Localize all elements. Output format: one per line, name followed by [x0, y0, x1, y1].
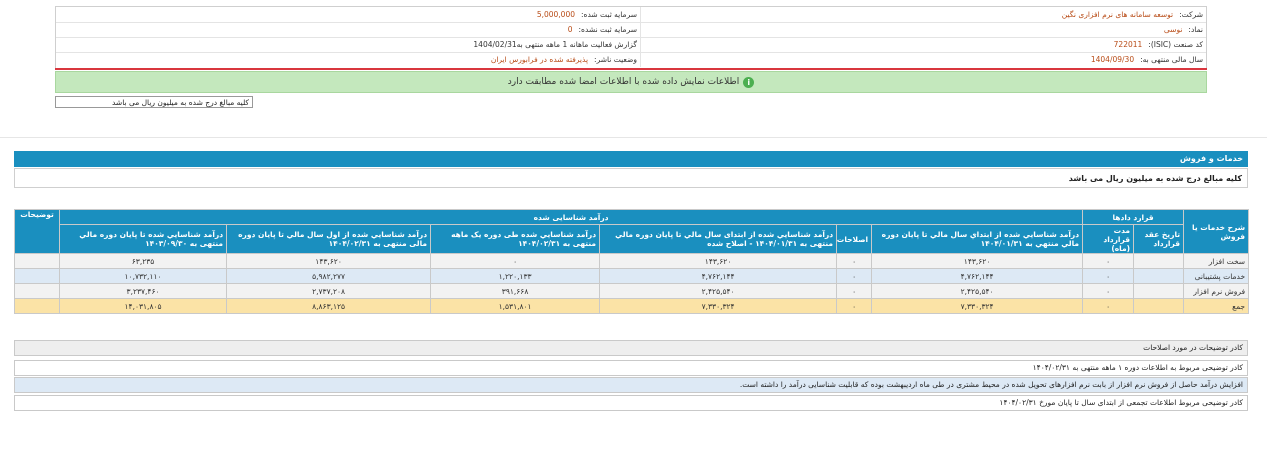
report-label: گزارش فعالیت ماهانه 1 ماهه منتهی به	[516, 40, 637, 49]
isic-field: کد صنعت (ISIC): 722011	[646, 37, 1206, 52]
note-cumulative: کادر توضیحی مربوط اطلاعات تجمعی از ابتدا…	[14, 395, 1248, 411]
cell-cum-prev-corrected: ۱۴۳,۶۲۰	[599, 253, 838, 269]
company-label: شرکت:	[1179, 10, 1203, 19]
isic-label: کد صنعت (ISIC):	[1148, 40, 1203, 49]
banner-text: اطلاعات نمایش داده شده با اطلاعات امضا ش…	[507, 77, 740, 87]
total-date	[1133, 298, 1185, 314]
info-row-1: شرکت: توسعه سامانه های نرم افزاری نگین سر…	[56, 7, 1206, 23]
symbol-label: نماد:	[1188, 25, 1203, 34]
total-corrections: ۰	[836, 298, 873, 314]
cell-date	[1133, 283, 1185, 299]
cell-corrections: ۰	[836, 253, 873, 269]
header-cum-prev-corrected: درآمد شناسايي شده از ابتدای سال مالي تا …	[599, 224, 838, 254]
isic-value: 722011	[1113, 40, 1143, 49]
unregistered-capital-label: سرمایه ثبت نشده:	[578, 25, 638, 34]
cell-cum-prev: ۱۴۳,۶۲۰	[871, 253, 1084, 269]
header-remarks: توضیحات	[14, 209, 60, 254]
header-corrections: اصلاحات	[836, 224, 873, 254]
publisher-status-value: پذیرفته شده در فرابورس ایران	[490, 55, 589, 64]
company-info-panel: شرکت: توسعه سامانه های نرم افزاری نگین سر…	[55, 6, 1207, 69]
cell-desc: سخت افزار	[1183, 253, 1250, 269]
cell-duration: ۰	[1082, 253, 1135, 269]
fiscal-year-field: سال مالی منتهی به: 1404/09/30	[646, 52, 1206, 67]
header-cum-prev: درآمد شناسايي شده از ابتداي سال مالي تا …	[871, 224, 1084, 254]
cell-remarks	[14, 283, 60, 299]
header-cum-current: درآمد شناسايي شده از اول سال مالي تا پاي…	[226, 224, 432, 254]
cell-prev-year: ۶۳,۲۳۵	[58, 253, 228, 269]
cell-duration: ۰	[1082, 268, 1135, 284]
header-month: درآمد شناسايي شده طی دوره یک ماهه منتهی …	[430, 224, 601, 254]
units-select[interactable]: کلیه مبالغ درج شده به میلیون ریال می باش…	[55, 96, 253, 108]
header-prev-year: درآمد شناسايي شده تا پايان دوره مالي منت…	[58, 224, 228, 254]
publisher-status-field: وضعیت ناشر: پذیرفته شده در فرابورس ایران	[56, 52, 641, 67]
registered-capital-field: سرمایه ثبت شده: 5,000,000	[56, 7, 641, 22]
cell-corrections: ۰	[836, 283, 873, 299]
cell-cum-prev-corrected: ۲,۴۲۵,۵۴۰	[599, 283, 838, 299]
cell-prev-year: ۱۰,۷۳۲,۱۱۰	[58, 268, 228, 284]
header-service-desc: شرح خدمات یا فروش	[1183, 209, 1250, 254]
registered-capital-label: سرمایه ثبت شده:	[581, 10, 637, 19]
total-duration: ۰	[1082, 298, 1135, 314]
symbol-field: نماد: نوسی	[646, 22, 1206, 37]
cell-desc: فروش نرم افزار	[1183, 283, 1250, 299]
table-row: خدمات پشتیبانی ۰ ۴,۷۶۲,۱۴۴ ۰ ۴,۷۶۲,۱۴۴ ۱…	[14, 268, 1250, 284]
cell-date	[1133, 268, 1185, 284]
cell-month: ۰	[430, 253, 601, 269]
table-row: فروش نرم افزار ۰ ۲,۴۲۵,۵۴۰ ۰ ۲,۴۲۵,۵۴۰ ۳…	[14, 283, 1250, 299]
total-cum-current: ۸,۸۶۳,۱۲۵	[226, 298, 432, 314]
report-field: گزارش فعالیت ماهانه 1 ماهه منتهی به1404/…	[56, 37, 641, 52]
cell-remarks	[14, 253, 60, 269]
company-value: توسعه سامانه های نرم افزاری نگین	[1061, 10, 1174, 19]
cell-cum-current: ۵,۹۸۲,۲۷۷	[226, 268, 432, 284]
section-note: کلیه مبالغ درج شده به میلیون ریال می باش…	[14, 168, 1248, 188]
publisher-status-label: وضعیت ناشر:	[594, 55, 637, 64]
fiscal-year-label: سال مالی منتهی به:	[1140, 55, 1203, 64]
cell-date	[1133, 253, 1185, 269]
report-value: 1404/02/31	[473, 40, 517, 49]
cell-corrections: ۰	[836, 268, 873, 284]
unregistered-capital-field: سرمایه ثبت نشده: 0	[56, 22, 641, 37]
cell-cum-prev-corrected: ۴,۷۶۲,۱۴۴	[599, 268, 838, 284]
header-contract-date: تاریخ عقد قرارداد	[1133, 224, 1185, 254]
cell-duration: ۰	[1082, 283, 1135, 299]
registered-capital-value: 5,000,000	[536, 10, 575, 19]
fiscal-year-value: 1404/09/30	[1090, 55, 1135, 64]
note-monthly-detail: افزایش درآمد حاصل از فروش نرم افزار از ب…	[14, 377, 1248, 393]
divider	[0, 137, 1267, 138]
section-title: خدمات و فروش	[14, 151, 1248, 167]
cell-remarks	[14, 268, 60, 284]
note-monthly: کادر توضیحی مربوط به اطلاعات دوره ۱ ماهه…	[14, 360, 1248, 376]
cell-cum-current: ۱۴۳,۶۲۰	[226, 253, 432, 269]
header-recognized-group: درآمد شناسایی شده	[58, 209, 1084, 225]
cell-cum-prev: ۲,۴۲۵,۵۴۰	[871, 283, 1084, 299]
company-field: شرکت: توسعه سامانه های نرم افزاری نگین	[646, 7, 1206, 22]
cell-month: ۱,۲۲۰,۱۳۳	[430, 268, 601, 284]
cell-prev-year: ۳,۲۳۷,۴۶۰	[58, 283, 228, 299]
verification-banner: i اطلاعات نمایش داده شده با اطلاعات امضا…	[55, 71, 1207, 93]
table-row: سخت افزار ۰ ۱۴۳,۶۲۰ ۰ ۱۴۳,۶۲۰ ۰ ۱۴۳,۶۲۰ …	[14, 253, 1250, 269]
total-remarks	[14, 298, 60, 314]
total-row: جمع ۰ ۷,۳۳۰,۳۲۴ ۰ ۷,۳۳۰,۳۲۴ ۱,۵۳۱,۸۰۱ ۸,…	[14, 298, 1250, 314]
header-contracts-group: قرارد دادها	[1082, 209, 1185, 225]
info-icon: i	[743, 76, 755, 88]
info-row-3: کد صنعت (ISIC): 722011 گزارش فعالیت ماهان…	[56, 37, 1206, 53]
header-contract-duration: مدت قرارداد (ماه)	[1082, 224, 1135, 254]
revenue-table: شرح خدمات یا فروش قرارد دادها درآمد شناس…	[14, 209, 1250, 314]
info-row-2: نماد: نوسی سرمایه ثبت نشده: 0	[56, 22, 1206, 38]
divider	[55, 68, 1207, 70]
symbol-value: نوسی	[1163, 25, 1183, 34]
total-month: ۱,۵۳۱,۸۰۱	[430, 298, 601, 314]
cell-desc: خدمات پشتیبانی	[1183, 268, 1250, 284]
total-label: جمع	[1183, 298, 1250, 314]
total-cum-prev: ۷,۳۳۰,۳۲۴	[871, 298, 1084, 314]
note-corrections: کادر توضیحات در مورد اصلاحات	[14, 340, 1248, 356]
cell-cum-prev: ۴,۷۶۲,۱۴۴	[871, 268, 1084, 284]
info-row-4: سال مالی منتهی به: 1404/09/30 وضعیت ناشر:…	[56, 52, 1206, 67]
cell-month: ۳۹۱,۶۶۸	[430, 283, 601, 299]
cell-cum-current: ۲,۷۳۷,۲۰۸	[226, 283, 432, 299]
unregistered-capital-value: 0	[567, 25, 573, 34]
total-prev-year: ۱۴,۰۳۱,۸۰۵	[58, 298, 228, 314]
total-cum-prev-corrected: ۷,۳۳۰,۳۲۴	[599, 298, 838, 314]
